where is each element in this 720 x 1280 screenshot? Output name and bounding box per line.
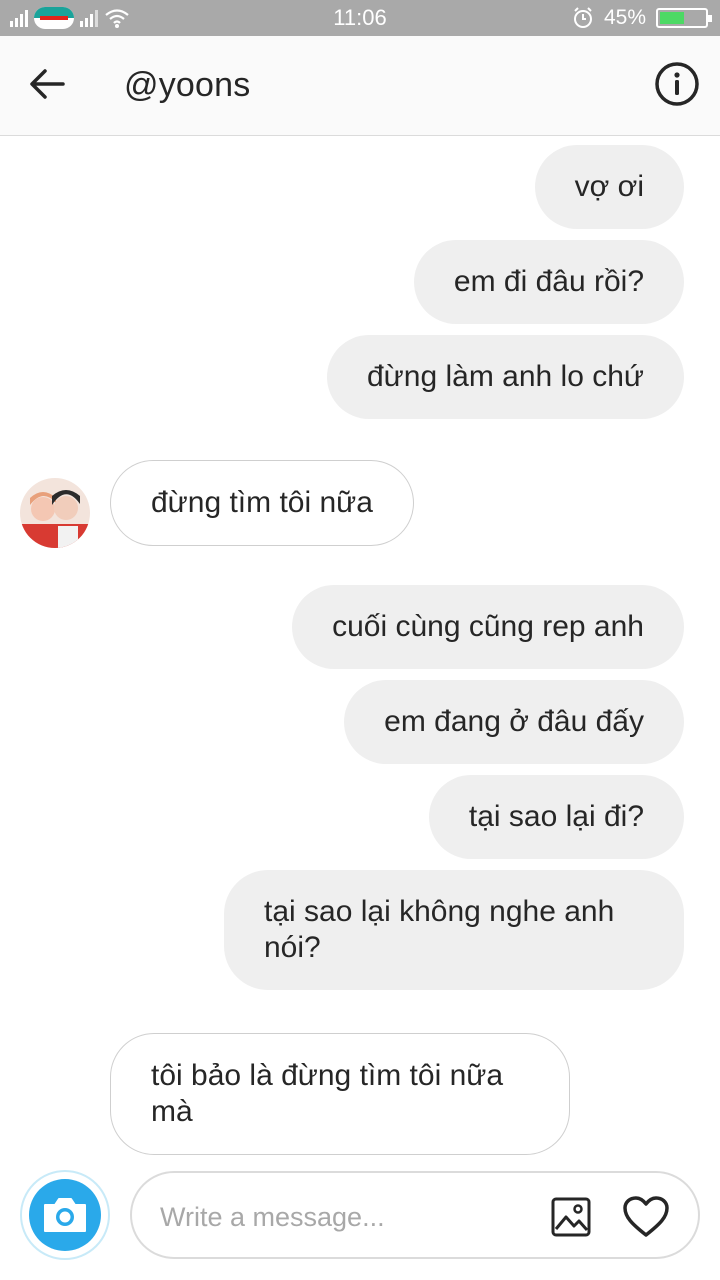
like-button[interactable] — [622, 1195, 670, 1239]
message-text: tại sao lại đi? — [468, 800, 644, 833]
info-icon — [655, 62, 699, 106]
profile-photo-icon — [20, 478, 90, 548]
message-input[interactable] — [160, 1195, 530, 1239]
message-text: vợ ơi — [574, 170, 644, 203]
avatar[interactable] — [20, 478, 90, 548]
message-text: em đi đâu rồi? — [453, 265, 644, 298]
back-button[interactable] — [24, 61, 70, 107]
message-text: tôi bảo là đừng tìm tôi nữa mà — [151, 1059, 504, 1128]
chat-title[interactable]: @yoons — [124, 66, 250, 105]
message-text: tại sao lại không nghe anh nói? — [264, 895, 615, 964]
camera-button-fill — [29, 1179, 101, 1251]
message-bubble-outgoing[interactable]: đừng làm anh lo chứ — [327, 335, 684, 419]
message-text: đừng tìm tôi nữa — [151, 486, 373, 519]
message-text: đừng làm anh lo chứ — [367, 360, 644, 393]
message-bubble-incoming[interactable]: đừng tìm tôi nữa — [110, 460, 414, 546]
message-bubble-outgoing[interactable]: em đang ở đâu đấy — [344, 680, 684, 764]
message-bubble-outgoing[interactable]: tại sao lại không nghe anh nói? — [224, 870, 684, 990]
message-bubble-incoming[interactable]: tôi bảo là đừng tìm tôi nữa mà — [110, 1033, 570, 1155]
battery-icon — [656, 8, 712, 28]
gallery-button[interactable] — [550, 1196, 592, 1238]
camera-button[interactable] — [20, 1170, 110, 1260]
message-text: cuối cùng cũng rep anh — [332, 610, 644, 643]
camera-icon — [44, 1198, 86, 1232]
info-button[interactable] — [654, 61, 700, 107]
message-composer — [130, 1171, 700, 1259]
alarm-icon — [573, 7, 592, 28]
arrow-left-icon — [30, 69, 65, 99]
chat-header: @yoons — [0, 36, 720, 136]
image-icon — [551, 1197, 591, 1237]
message-bubble-outgoing[interactable]: tại sao lại đi? — [428, 775, 684, 859]
status-right: 45% — [572, 5, 712, 31]
message-bubble-outgoing[interactable]: cuối cùng cũng rep anh — [292, 585, 684, 669]
status-bar: 11:06 45% — [0, 0, 720, 36]
heart-icon — [623, 1196, 669, 1237]
message-text: em đang ở đâu đấy — [384, 705, 644, 738]
message-bubble-outgoing[interactable]: vợ ơi — [534, 145, 684, 229]
battery-percent: 45% — [603, 6, 646, 29]
message-bubble-outgoing[interactable]: em đi đâu rồi? — [413, 240, 684, 324]
